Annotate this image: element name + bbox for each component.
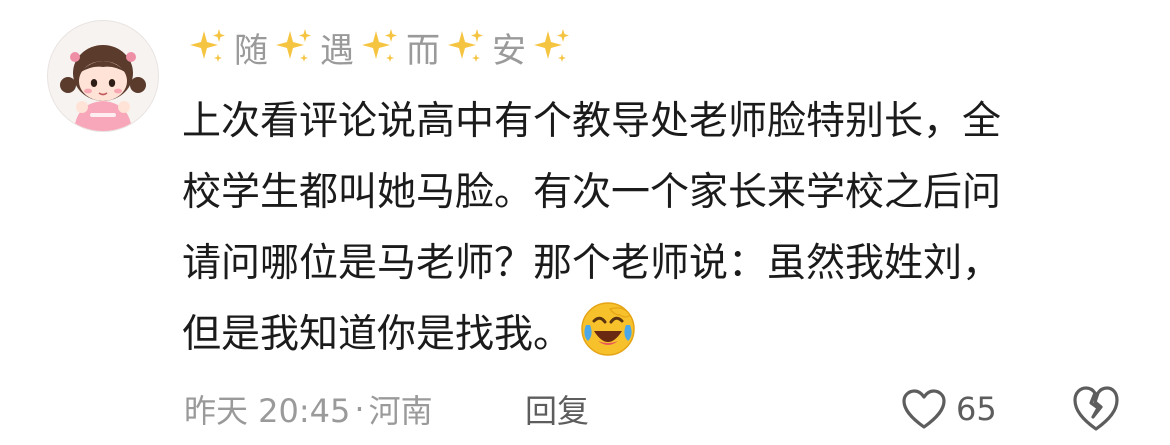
like-count: 65: [956, 390, 997, 428]
sparkles-icon: [448, 29, 483, 62]
comment-line-text: 但是我知道你是找我。: [182, 312, 573, 357]
username-char: 安: [492, 30, 526, 71]
comment-line: 校学生都叫她马脸。有次一个家长来学校之后问: [182, 170, 1002, 215]
comment-line-last: 但是我知道你是找我。: [182, 299, 1132, 370]
username-char: 而: [406, 30, 440, 71]
sparkles-icon: [534, 29, 569, 62]
sparkles-icon: [362, 29, 397, 62]
comment-text: 上次看评论说高中有个教导处老师脸特别长，全 校学生都叫她马脸。有次一个家长来学校…: [182, 86, 1132, 370]
like-button[interactable]: 65: [900, 382, 997, 436]
comment-time: 昨天 20:45: [184, 392, 351, 430]
comment-line: 上次看评论说高中有个教导处老师脸特别长，全: [182, 99, 1002, 144]
comment-line: 请问哪位是马老师？那个老师说：虽然我姓刘，: [182, 241, 1002, 286]
username-char: 遇: [320, 30, 354, 71]
sparkles-icon: [190, 29, 225, 62]
comment-meta: 昨天 20:45 · 河南: [184, 384, 433, 434]
reply-button[interactable]: 回复: [525, 384, 589, 434]
username-char: 随: [234, 30, 268, 71]
avatar[interactable]: [47, 20, 159, 132]
sparkles-icon: [276, 29, 311, 62]
username[interactable]: 随 遇 而 安: [186, 22, 574, 72]
heart-outline-icon: [902, 389, 946, 429]
meta-separator: ·: [354, 390, 365, 428]
comment-item: 随 遇 而 安 上次看评论说高中有个教导处老师脸特别长，全 校学生都叫她马脸。有…: [0, 0, 1170, 445]
laughing-crying-emoji-icon: [581, 302, 635, 356]
broken-heart-outline-icon[interactable]: [1071, 383, 1121, 435]
comment-location: 河南: [368, 392, 433, 430]
